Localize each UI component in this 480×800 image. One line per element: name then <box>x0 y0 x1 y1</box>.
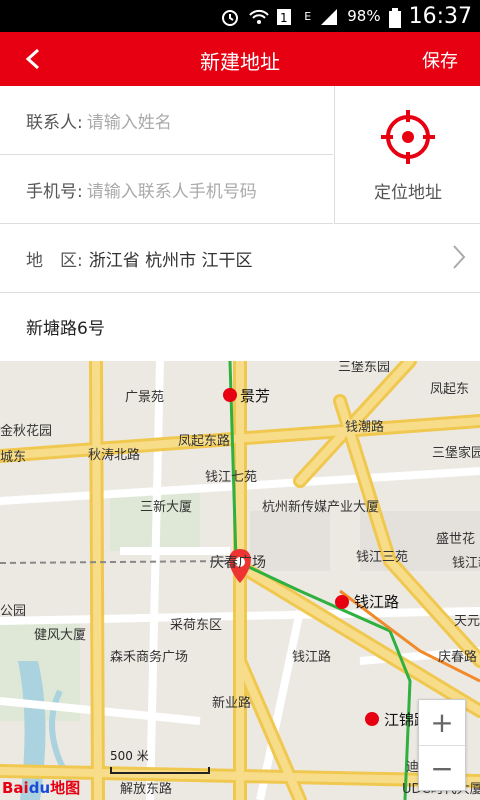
map-label: 钱江七苑 <box>205 470 257 485</box>
save-button[interactable]: 保存 <box>422 47 458 73</box>
scale-bar <box>110 767 210 774</box>
phone-field[interactable]: 手机号: 请输入联系人手机号码 <box>0 155 333 224</box>
network-type: E <box>304 9 312 23</box>
chevron-right-icon <box>453 245 466 269</box>
map-label: 城东 <box>0 450 26 465</box>
map-label: 盛世花 <box>436 531 475 547</box>
sim-icon: 1 <box>276 8 296 25</box>
map-label: 凤起东 <box>430 382 469 397</box>
metro-station-icon <box>223 388 237 402</box>
contact-label: 联系人: <box>26 112 83 133</box>
map-label: 钱江路 <box>354 593 399 611</box>
locate-address-button[interactable]: 定位地址 <box>334 86 480 224</box>
map-label: 钱江三苑 <box>356 550 408 565</box>
clock: 16:37 <box>408 3 472 29</box>
zoom-out-button[interactable]: − <box>419 746 465 791</box>
zoom-in-button[interactable]: + <box>419 700 465 746</box>
metro-station-icon <box>365 712 379 726</box>
back-button[interactable] <box>18 42 48 76</box>
area-label: 地 区: <box>26 250 83 271</box>
map-scale: 500 米 <box>110 747 210 774</box>
page-title: 新建地址 <box>200 50 280 74</box>
map-label: 金秋花园 <box>0 423 52 439</box>
contact-field[interactable]: 联系人: 请输入姓名 <box>0 86 333 155</box>
scale-label: 500 米 <box>110 749 149 763</box>
map-label: 广景苑 <box>125 390 164 405</box>
map-label: 三堡家园 <box>432 445 480 461</box>
phone-input[interactable]: 请输入联系人手机号码 <box>87 177 257 202</box>
map-label: 景芳 <box>240 387 270 405</box>
map-label: 秋涛北路 <box>88 447 140 463</box>
map-label: 钱江路 <box>292 649 331 665</box>
phone-label: 手机号: <box>26 181 83 202</box>
detail-address-input[interactable]: 新塘路6号 <box>0 314 105 339</box>
chevron-left-icon <box>25 48 40 70</box>
map-label: 钱江新 <box>452 555 480 571</box>
map-label: 健风大厦 <box>34 628 86 643</box>
zoom-control: + − <box>418 699 466 791</box>
map-label: 三新大厦 <box>140 499 192 515</box>
map-label: 凤起东路 <box>178 433 230 449</box>
map-label: 杭州新传媒产业大厦 <box>262 499 379 515</box>
map-view[interactable]: 三堡东园 凤起东 广景苑 景芳 金秋花园 城东 凤起东路 钱潮路 三堡家园 秋涛… <box>0 361 480 800</box>
baidu-map-logo: Baidu地图 <box>2 779 81 797</box>
area-selector[interactable]: 地 区: 浙江省 杭州市 江干区 <box>0 224 480 293</box>
map-label: 庆春广场 <box>210 555 266 571</box>
area-value: 浙江省 杭州市 江干区 <box>88 250 253 271</box>
svg-text:1: 1 <box>280 11 288 25</box>
title-bar: 新建地址 保存 <box>0 32 480 86</box>
map-canvas: 三堡东园 凤起东 广景苑 景芳 金秋花园 城东 凤起东路 钱潮路 三堡家园 秋涛… <box>0 361 480 800</box>
map-label: 庆春路 <box>438 649 477 665</box>
map-label: 天元 <box>454 614 480 629</box>
battery-percent: 98% <box>347 7 381 25</box>
locate-label: 定位地址 <box>374 183 442 203</box>
contact-input[interactable]: 请输入姓名 <box>87 108 172 133</box>
wifi-icon <box>248 8 270 24</box>
map-label: 公园 <box>0 604 26 619</box>
map-label: 解放东路 <box>120 781 172 797</box>
status-bar: 1 E 98% 16:37 <box>0 0 480 32</box>
map-label: 采荷东区 <box>170 618 222 633</box>
detail-address-field[interactable]: 新塘路6号 <box>0 293 480 360</box>
map-label: 森禾商务广场 <box>110 649 188 665</box>
metro-station-icon <box>335 595 349 609</box>
signal-icon <box>319 8 339 25</box>
battery-icon <box>388 8 401 28</box>
map-label: 三堡东园 <box>338 361 390 375</box>
map-label: 新业路 <box>212 695 251 711</box>
map-label: 钱潮路 <box>345 419 384 435</box>
alarm-icon <box>220 8 240 26</box>
crosshair-icon <box>381 110 435 164</box>
